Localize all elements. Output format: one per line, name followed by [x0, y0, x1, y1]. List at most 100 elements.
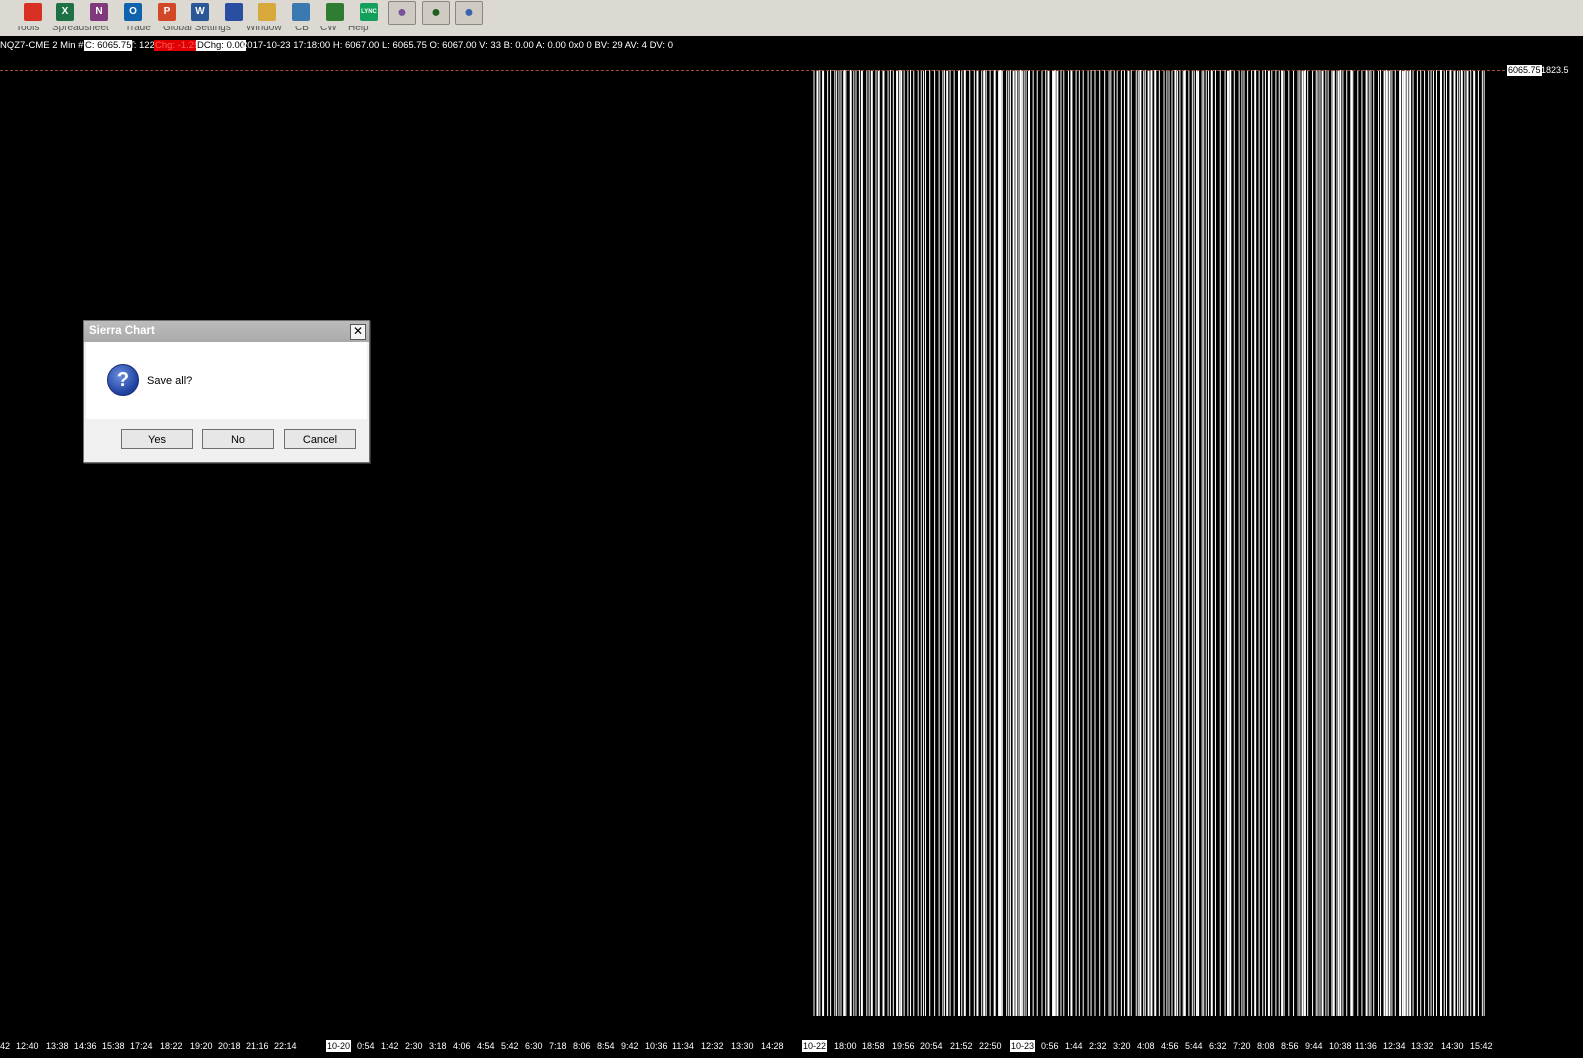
ticks-value: T: 122 [129, 40, 155, 51]
quick-launch-toolbar: X N O P W LYNC ● ● ● [0, 0, 1583, 27]
time-axis-label: 7:18 [549, 1041, 567, 1051]
time-axis-label: 8:54 [597, 1041, 615, 1051]
time-axis-label: 1:44 [1065, 1041, 1083, 1051]
time-axis-label: 14:36 [74, 1041, 97, 1051]
word-icon[interactable]: W [191, 3, 209, 21]
menu-item-window[interactable]: Window [246, 26, 282, 33]
menu-item-help[interactable]: Help [348, 26, 369, 33]
time-axis-label: 12:32 [701, 1041, 724, 1051]
time-axis-label: 18:58 [862, 1041, 885, 1051]
menu-bar: Tools Spreadsheet Trade Global Settings Wind… [0, 26, 1583, 36]
save-all-dialog: Sierra Chart ✕ ? Save all? Yes No Cancel [83, 320, 370, 463]
time-axis-label: 10-22 [802, 1040, 828, 1052]
time-axis-label: 20:54 [920, 1041, 943, 1051]
time-axis-label: 15:42 [1470, 1041, 1493, 1051]
price-chart[interactable] [0, 0, 1583, 1058]
outlook-icon[interactable]: O [124, 3, 142, 21]
time-axis-label: 42 [0, 1041, 11, 1051]
menu-item-tools[interactable]: Tools [16, 26, 39, 33]
time-axis-label: 17:24 [130, 1041, 153, 1051]
time-axis-label: 19:20 [190, 1041, 213, 1051]
time-axis-label: 8:08 [1257, 1041, 1275, 1051]
time-axis-label: 4:56 [1161, 1041, 1179, 1051]
time-axis-label: 18:00 [834, 1041, 857, 1051]
no-button[interactable]: No [202, 429, 274, 449]
time-axis-label: 4:08 [1137, 1041, 1155, 1051]
time-axis-label: 8:56 [1281, 1041, 1299, 1051]
time-axis-label: 13:32 [1411, 1041, 1434, 1051]
time-axis: 42 12:40 13:38 14:36 15:38 17:24 18:22 19:20 20:… [0, 1038, 1583, 1058]
menu-item-trade[interactable]: Trade [125, 26, 151, 33]
time-axis-label: 5:42 [501, 1041, 519, 1051]
time-axis-label: 11:36 [1355, 1041, 1377, 1051]
time-axis-label: 4:54 [477, 1041, 495, 1051]
chart-info-bar: NQZ7-CME 2 Min #1 C: 6065.75 T: 122 Chg:… [0, 38, 1583, 54]
menu-item-spreadsheet[interactable]: Spreadsheet [52, 26, 109, 33]
time-axis-label: 6:32 [1209, 1041, 1227, 1051]
dialog-message: Save all? [147, 375, 193, 387]
time-axis-label: 12:40 [16, 1041, 39, 1051]
network-icon[interactable] [292, 3, 310, 21]
time-axis-label: 3:20 [1113, 1041, 1131, 1051]
time-axis-label: 10-20 [326, 1040, 352, 1052]
time-axis-label: 15:38 [102, 1041, 125, 1051]
time-axis-label: 4:06 [453, 1041, 471, 1051]
cancel-button[interactable]: Cancel [284, 429, 356, 449]
time-axis-label: 5:44 [1185, 1041, 1203, 1051]
time-axis-label: 11:34 [672, 1041, 694, 1051]
time-axis-label: 10:36 [645, 1041, 668, 1051]
time-axis-label: 9:42 [621, 1041, 639, 1051]
time-axis-label: 13:30 [731, 1041, 754, 1051]
dialog-title: Sierra Chart [84, 321, 369, 342]
symbol-label: NQZ7-CME 2 Min #1 [0, 40, 89, 51]
time-axis-label: 1:42 [381, 1041, 399, 1051]
time-axis-label: 12:34 [1383, 1041, 1406, 1051]
time-axis-label: 9:44 [1305, 1041, 1323, 1051]
time-axis-label: 21:16 [246, 1041, 269, 1051]
time-axis-label: 2:32 [1089, 1041, 1107, 1051]
time-axis-label: 10:38 [1329, 1041, 1352, 1051]
chrome-icon[interactable] [24, 3, 42, 21]
dialog-body: ? Save all? [86, 342, 367, 419]
time-axis-label: 14:30 [1441, 1041, 1464, 1051]
time-axis-label: 14:28 [761, 1041, 784, 1051]
last-price-tag: 6065.75 [1507, 65, 1542, 76]
time-axis-label: 7:20 [1233, 1041, 1251, 1051]
change-value: Chg: -1.25 [154, 40, 201, 51]
last-price-line [0, 70, 1505, 71]
viber-icon[interactable]: ● [388, 1, 416, 25]
time-axis-label: 3:18 [429, 1041, 447, 1051]
time-axis-label: 22:50 [979, 1041, 1002, 1051]
onenote-icon[interactable]: N [90, 3, 108, 21]
question-icon: ? [107, 364, 139, 396]
time-axis-label: 0:54 [357, 1041, 375, 1051]
bar-data-readout: 2017-10-23 17:18:00 H: 6067.00 L: 6065.7… [242, 40, 673, 51]
time-axis-label: 21:52 [950, 1041, 973, 1051]
time-axis-label: 18:22 [160, 1041, 183, 1051]
menu-item-cw[interactable]: CW [320, 26, 337, 33]
time-axis-label: 8:06 [573, 1041, 591, 1051]
time-axis-label: 19:56 [892, 1041, 915, 1051]
time-axis-label: 22:14 [274, 1041, 297, 1051]
time-axis-label: 10-23 [1010, 1040, 1036, 1052]
price-scale-value: 1823.5 [1541, 65, 1569, 75]
time-axis-label: 6:30 [525, 1041, 543, 1051]
close-icon[interactable]: ✕ [350, 324, 366, 340]
powerpoint-icon[interactable]: P [158, 3, 176, 21]
excel-icon[interactable]: X [56, 3, 74, 21]
lync-icon[interactable]: LYNC [360, 3, 378, 21]
time-axis-label: 13:38 [46, 1041, 69, 1051]
menu-item-cb[interactable]: CB [295, 26, 309, 33]
yes-button[interactable]: Yes [121, 429, 193, 449]
folder-chart-icon[interactable] [258, 3, 276, 21]
save-disk-icon[interactable] [225, 3, 243, 21]
close-value: C: 6065.75 [84, 40, 133, 51]
remote-desktop-icon[interactable]: ● [455, 1, 483, 25]
globe-icon[interactable] [326, 3, 344, 21]
time-axis-label: 20:18 [218, 1041, 241, 1051]
time-axis-label: 2:30 [405, 1041, 423, 1051]
time-axis-label: 0:56 [1041, 1041, 1059, 1051]
globe-icon-2[interactable]: ● [422, 1, 450, 25]
daily-change-value: DChg: 0.00 [196, 40, 247, 51]
menu-item-global-settings[interactable]: Global Settings [163, 26, 231, 33]
